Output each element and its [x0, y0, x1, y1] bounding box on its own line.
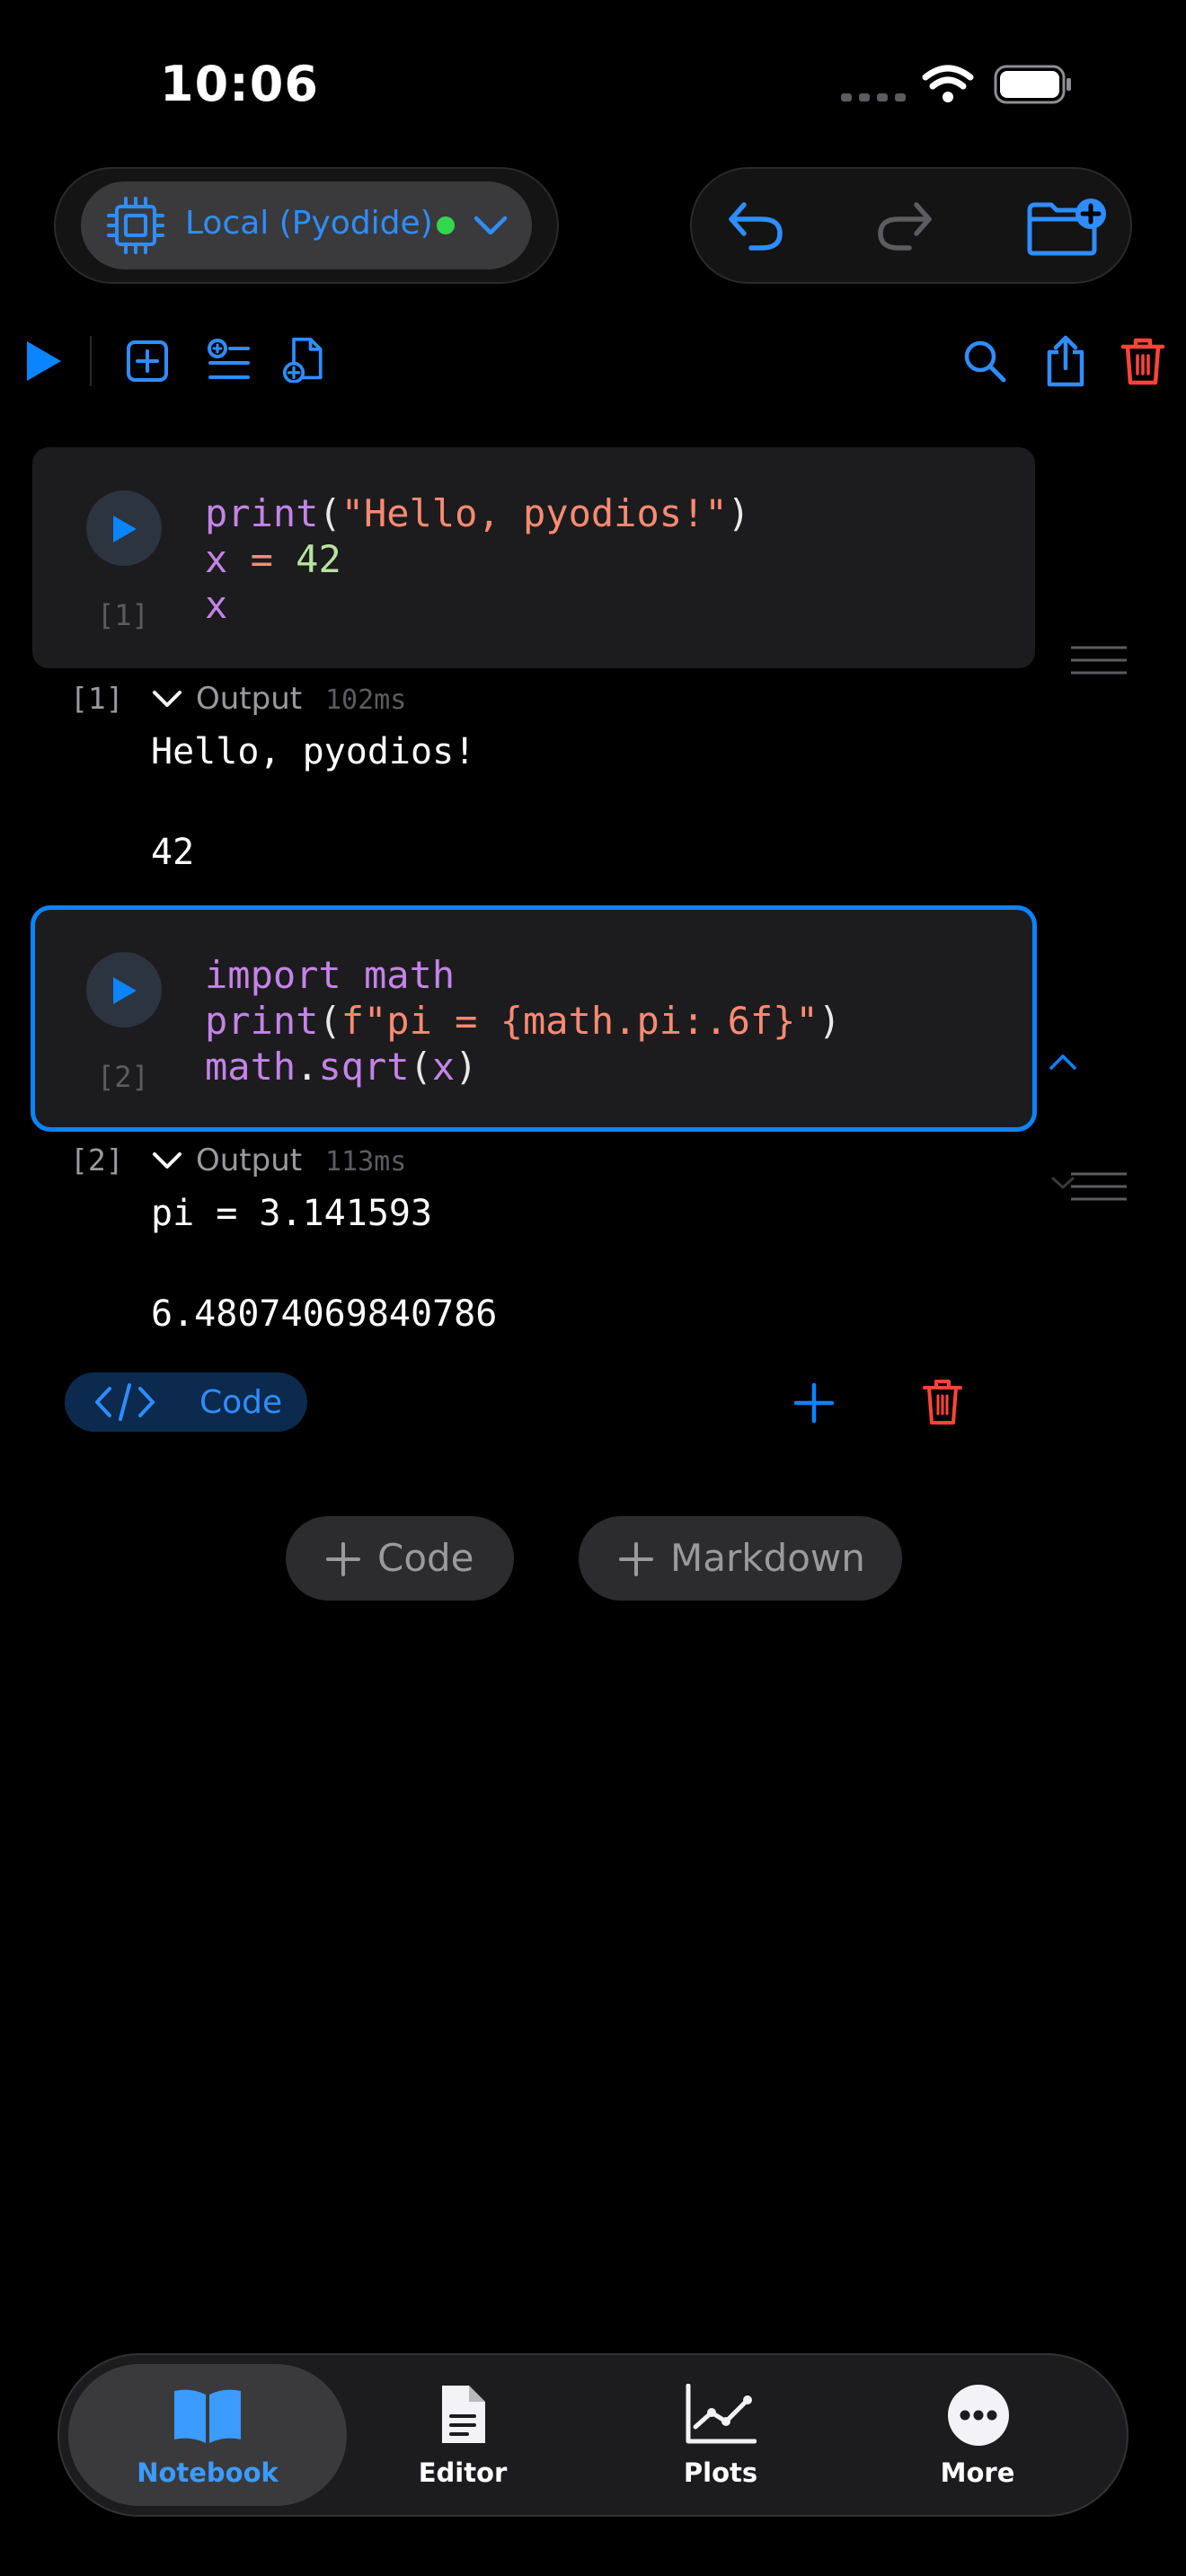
status-time: 10:06 [160, 56, 319, 112]
code-token: ) [455, 1045, 478, 1089]
document-icon [442, 2386, 485, 2443]
output-line: Hello, pyodios! [151, 731, 476, 772]
output-duration: 102ms [325, 684, 407, 716]
output-count: [1] [70, 681, 124, 716]
exec-count: [1] [97, 598, 149, 632]
output-count: [2] [70, 1142, 124, 1178]
code-token: . [296, 1045, 319, 1089]
ellipsis-icon [948, 2385, 1009, 2446]
code-token: = [227, 537, 296, 581]
redo-icon[interactable] [873, 196, 936, 255]
code-token: import math [205, 953, 456, 997]
battery-icon [994, 65, 1071, 104]
chevron-down-icon[interactable] [151, 1150, 183, 1171]
code-line[interactable]: import math [205, 952, 455, 998]
wifi-dot [943, 92, 953, 102]
output-label[interactable]: Output [196, 681, 302, 717]
drag-handle-icon[interactable] [1069, 645, 1128, 675]
code-token: x [431, 1045, 456, 1089]
undo-icon[interactable] [724, 196, 787, 255]
tab-label: Plots [683, 2457, 758, 2488]
add-cell-icon[interactable] [124, 338, 171, 384]
code-token: "Hello, pyodios!" [341, 491, 728, 535]
code-token: print [205, 999, 319, 1043]
trash-icon[interactable] [922, 1378, 963, 1426]
output-duration: 113ms [325, 1146, 407, 1178]
code-token: ( [318, 999, 341, 1043]
code-line[interactable]: math.sqrt(x) [205, 1044, 478, 1090]
code-token: ) [818, 999, 842, 1043]
chevron-down-icon [474, 216, 508, 235]
status-icons [841, 65, 1071, 104]
share-icon[interactable] [1040, 334, 1091, 388]
code-line[interactable]: print(f"pi = {math.pi:.6f}") [205, 998, 841, 1044]
output-label[interactable]: Output [196, 1142, 302, 1178]
tab-label: Notebook [137, 2457, 279, 2488]
code-line[interactable]: print("Hello, pyodios!") [205, 490, 750, 536]
chart-icon [686, 2384, 757, 2444]
code-token: print [205, 491, 319, 535]
new-folder-icon[interactable] [1026, 198, 1109, 257]
code-token: f"pi = {math.pi:.6f}" [341, 999, 819, 1043]
tab-label: More [940, 2457, 1015, 2488]
plus-icon [619, 1542, 653, 1576]
code-brackets-icon [95, 1383, 155, 1421]
search-icon[interactable] [961, 338, 1008, 384]
code-token: ( [318, 491, 341, 535]
code-token: x [205, 537, 228, 581]
cell-type-label: Code [199, 1384, 283, 1421]
wifi-icon [922, 65, 974, 90]
plus-icon [326, 1542, 360, 1576]
book-icon [174, 2389, 241, 2443]
exec-count: [2] [97, 1060, 149, 1094]
code-token: 42 [296, 537, 341, 581]
play-icon [113, 516, 137, 543]
run-all-icon[interactable] [22, 338, 68, 384]
trash-icon[interactable] [1120, 336, 1166, 386]
cpu-chip-icon [107, 197, 164, 254]
kernel-label: Local (Pyodide) [185, 205, 433, 242]
play-icon [113, 977, 137, 1004]
drag-handle-icon[interactable] [1069, 1171, 1128, 1202]
code-line[interactable]: x = 42 [205, 536, 341, 582]
chevron-down-icon[interactable] [151, 688, 183, 710]
code-token: ( [409, 1045, 432, 1089]
add-icon[interactable] [792, 1381, 836, 1425]
add-document-icon[interactable] [282, 336, 329, 383]
kernel-status-dot [437, 216, 455, 234]
add-markdown-label: Markdown [670, 1536, 865, 1580]
output-line: 42 [151, 832, 195, 873]
code-cell-1[interactable] [32, 447, 1035, 668]
output-line: 6.48074069840786 [151, 1293, 498, 1335]
code-line[interactable]: x [205, 582, 227, 628]
tab-label: Editor [418, 2457, 508, 2488]
toolbar-divider [90, 336, 92, 386]
cellular-icon [841, 93, 906, 101]
code-token: ) [727, 491, 750, 535]
code-token: sqrt [318, 1045, 410, 1089]
insert-list-icon[interactable] [205, 338, 252, 384]
code-token: x [205, 583, 228, 627]
add-code-label: Code [377, 1536, 474, 1580]
move-up-icon[interactable] [1048, 1051, 1078, 1072]
output-line: pi = 3.141593 [151, 1193, 433, 1234]
code-token: math [205, 1045, 296, 1089]
